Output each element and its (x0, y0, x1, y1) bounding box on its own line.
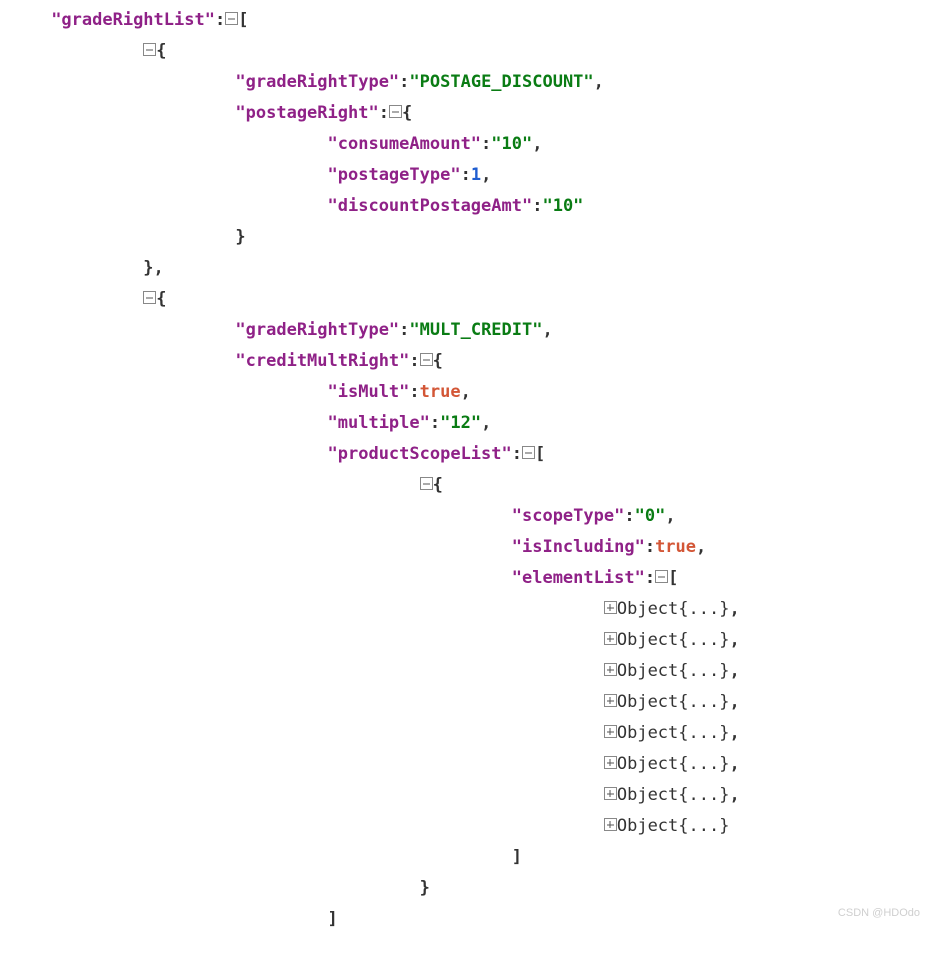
collapse-icon[interactable] (143, 291, 156, 304)
json-line: "isMult":true, (0, 377, 930, 408)
collapse-icon[interactable] (420, 353, 433, 366)
json-line: Object{...}, (0, 718, 930, 749)
key-creditMultRight: "creditMultRight" (235, 351, 409, 371)
json-line: Object{...}, (0, 780, 930, 811)
val-discountPostageAmt: "10" (542, 196, 583, 216)
expand-icon[interactable] (604, 787, 617, 800)
json-line: ] (0, 904, 930, 935)
json-line: Object{...}, (0, 594, 930, 625)
key-gradeRightType: "gradeRightType" (235, 320, 399, 340)
json-line: "consumeAmount":"10", (0, 129, 930, 160)
json-line: "isIncluding":true, (0, 532, 930, 563)
json-line: }, (0, 253, 930, 284)
json-line: { (0, 470, 930, 501)
json-viewer: "gradeRightList":[ { "gradeRightType":"P… (0, 5, 930, 935)
json-line: Object{...}, (0, 687, 930, 718)
key-postageRight: "postageRight" (235, 103, 378, 123)
collapse-icon[interactable] (225, 12, 238, 25)
key-isIncluding: "isIncluding" (512, 537, 645, 557)
val-multiple: "12" (440, 413, 481, 433)
key-consumeAmount: "consumeAmount" (328, 134, 482, 154)
json-line: "discountPostageAmt":"10" (0, 191, 930, 222)
expand-icon[interactable] (604, 818, 617, 831)
json-line: "postageType":1, (0, 160, 930, 191)
collapsed-object: Object{...} (617, 630, 730, 650)
key-scopeType: "scopeType" (512, 506, 625, 526)
json-line: "multiple":"12", (0, 408, 930, 439)
expand-icon[interactable] (604, 725, 617, 738)
json-line: "gradeRightType":"MULT_CREDIT", (0, 315, 930, 346)
key-discountPostageAmt: "discountPostageAmt" (328, 196, 533, 216)
json-line: Object{...}, (0, 749, 930, 780)
json-line: "gradeRightList":[ (0, 5, 930, 36)
key-productScopeList: "productScopeList" (328, 444, 512, 464)
key-gradeRightList: "gradeRightList" (51, 10, 215, 30)
json-line: { (0, 36, 930, 67)
json-line: } (0, 873, 930, 904)
val-isMult: true (420, 382, 461, 402)
collapse-icon[interactable] (420, 477, 433, 490)
json-line: } (0, 222, 930, 253)
key-elementList: "elementList" (512, 568, 645, 588)
val-isIncluding: true (655, 537, 696, 557)
json-line: "creditMultRight":{ (0, 346, 930, 377)
collapsed-object: Object{...} (617, 723, 730, 743)
json-line: ] (0, 842, 930, 873)
json-line: "scopeType":"0", (0, 501, 930, 532)
json-line: Object{...} (0, 811, 930, 842)
expand-icon[interactable] (604, 601, 617, 614)
json-line: Object{...}, (0, 625, 930, 656)
expand-icon[interactable] (604, 756, 617, 769)
json-line: "postageRight":{ (0, 98, 930, 129)
key-gradeRightType: "gradeRightType" (235, 72, 399, 92)
collapsed-object: Object{...} (617, 816, 730, 836)
expand-icon[interactable] (604, 632, 617, 645)
collapse-icon[interactable] (522, 446, 535, 459)
val-scopeType: "0" (635, 506, 666, 526)
key-multiple: "multiple" (328, 413, 430, 433)
collapsed-object: Object{...} (617, 785, 730, 805)
key-postageType: "postageType" (328, 165, 461, 185)
collapse-icon[interactable] (655, 570, 668, 583)
json-line: "elementList":[ (0, 563, 930, 594)
json-line: { (0, 284, 930, 315)
json-line: "productScopeList":[ (0, 439, 930, 470)
collapse-icon[interactable] (143, 43, 156, 56)
val-gradeRightType: "POSTAGE_DISCOUNT" (409, 72, 593, 92)
collapsed-object: Object{...} (617, 661, 730, 681)
collapsed-object: Object{...} (617, 754, 730, 774)
expand-icon[interactable] (604, 694, 617, 707)
collapse-icon[interactable] (389, 105, 402, 118)
json-line: "gradeRightType":"POSTAGE_DISCOUNT", (0, 67, 930, 98)
val-postageType: 1 (471, 165, 481, 185)
expand-icon[interactable] (604, 663, 617, 676)
val-gradeRightType: "MULT_CREDIT" (409, 320, 542, 340)
key-isMult: "isMult" (328, 382, 410, 402)
collapsed-object: Object{...} (617, 599, 730, 619)
json-line: Object{...}, (0, 656, 930, 687)
watermark-text: CSDN @HDOdo (838, 898, 920, 929)
val-consumeAmount: "10" (491, 134, 532, 154)
collapsed-object: Object{...} (617, 692, 730, 712)
